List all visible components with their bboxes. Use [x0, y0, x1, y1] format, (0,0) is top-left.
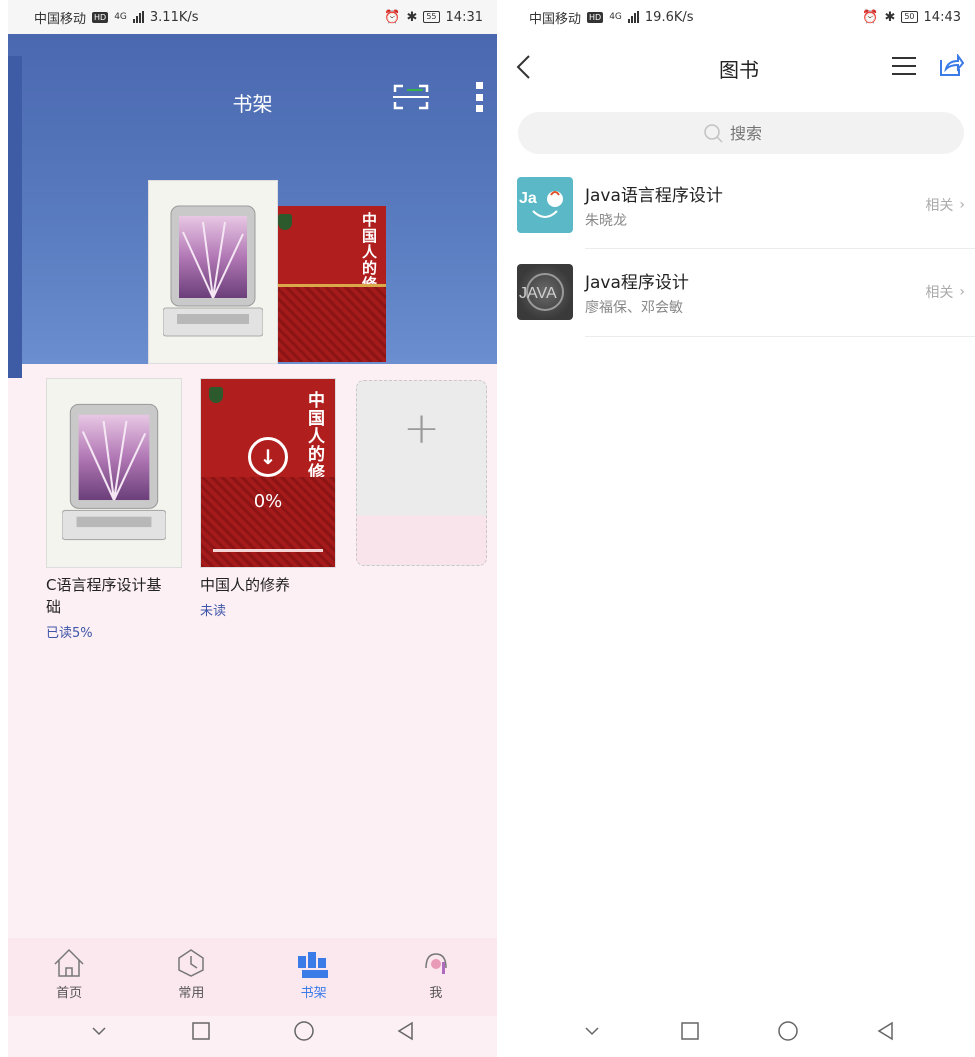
book-read-status: 未读: [200, 604, 227, 619]
home-button-icon[interactable]: [293, 1020, 315, 1042]
laptop-icon: [62, 403, 166, 541]
signal-icon: [627, 11, 639, 23]
publisher-badge: [278, 214, 292, 230]
java-logo-icon: JAVA: [519, 273, 564, 311]
book-read-status: 已读5%: [46, 626, 93, 641]
bookshelf-banner: 书架 中国人的修养: [8, 34, 497, 364]
carrier-label: 中国移动: [529, 11, 582, 27]
search-icon: [704, 124, 723, 143]
share-icon[interactable]: [938, 54, 964, 78]
featured-cover-laptop[interactable]: [148, 180, 278, 364]
recent-apps-icon[interactable]: [190, 1020, 212, 1042]
common-icon: [178, 949, 205, 977]
clock: 14:31: [445, 9, 483, 25]
search-bar[interactable]: [518, 112, 964, 154]
chevron-right-icon: ›: [959, 197, 965, 213]
system-nav-bar: [8, 1005, 497, 1057]
list-item[interactable]: Ja Java语言程序设计 朱晓龙 相关 ›: [517, 165, 975, 245]
book-cover[interactable]: [46, 378, 182, 568]
featured-cover-red[interactable]: 中国人的修养: [270, 206, 386, 362]
hd-badge: HD: [587, 11, 604, 23]
laptop-icon: [163, 205, 263, 337]
network-type: 4G: [114, 12, 127, 22]
alarm-icon: ⏰: [384, 9, 401, 25]
network-speed: 3.11K/s: [149, 9, 199, 25]
network-type: 4G: [609, 12, 622, 22]
book-thumbnail: Ja: [517, 177, 573, 233]
svg-text:Ja: Ja: [519, 190, 537, 207]
plus-icon: +: [403, 402, 440, 454]
back-button-icon[interactable]: [395, 1020, 417, 1042]
menu-icon[interactable]: [891, 56, 917, 76]
scan-icon[interactable]: [391, 82, 431, 112]
add-book-button[interactable]: +: [356, 380, 487, 566]
network-speed: 19.6K/s: [644, 9, 694, 25]
related-label: 相关: [925, 198, 954, 214]
java-logo-icon: Ja: [519, 190, 563, 218]
battery-icon: 55: [423, 11, 440, 23]
bookshelf-screen: 中国移动 HD 4G 3.11K/s ⏰ ✱ 55 14:31 书架 中国人的修…: [8, 0, 497, 1057]
carrier-label: 中国移动: [34, 11, 87, 27]
book-title: Java语言程序设计: [585, 185, 723, 206]
nav-label: 常用: [178, 986, 205, 1001]
status-bar: 中国移动 HD 4G 19.6K/s ⏰ ✱ 50 14:43: [503, 0, 975, 34]
header: 图书: [503, 34, 975, 102]
home-button-icon[interactable]: [777, 1020, 799, 1042]
download-icon[interactable]: ↓: [248, 437, 288, 477]
home-icon: [54, 948, 84, 977]
download-progress-bar: [213, 549, 323, 552]
me-icon: [425, 953, 447, 974]
svg-text:JAVA: JAVA: [519, 285, 557, 302]
book-title: 中国人的修养: [200, 576, 291, 594]
nav-label: 我: [429, 986, 443, 1001]
book-author: 朱晓龙: [585, 212, 627, 229]
chevron-down-icon[interactable]: [88, 1020, 110, 1042]
clock: 14:43: [923, 9, 961, 25]
book-title: C语言程序设计基础: [46, 576, 162, 616]
recent-apps-icon[interactable]: [679, 1020, 701, 1042]
bluetooth-icon: ✱: [884, 9, 896, 25]
battery-icon: 50: [901, 11, 918, 23]
book-author: 廖福保、邓会敏: [585, 299, 683, 316]
signal-icon: [132, 11, 144, 23]
nav-label: 书架: [300, 986, 327, 1001]
book-item[interactable]: C语言程序设计基础 已读5%: [46, 378, 182, 641]
nav-label: 首页: [56, 986, 83, 1001]
banner-edge: [8, 56, 22, 378]
search-input[interactable]: [730, 123, 780, 143]
publisher-badge: [209, 387, 223, 403]
book-title: Java程序设计: [585, 272, 689, 293]
book-cover[interactable]: 中国人的修养 ↓ 0%: [200, 378, 336, 568]
download-percent: 0%: [253, 491, 283, 512]
bookshelf-icon: [297, 952, 328, 978]
related-link[interactable]: 相关 ›: [925, 282, 965, 302]
bluetooth-icon: ✱: [406, 9, 418, 25]
cover-pattern: [270, 287, 386, 362]
chevron-right-icon: ›: [959, 284, 965, 300]
chevron-down-icon[interactable]: [581, 1020, 603, 1042]
status-bar: 中国移动 HD 4G 3.11K/s ⏰ ✱ 55 14:31: [8, 0, 497, 34]
back-button-icon[interactable]: [875, 1020, 897, 1042]
system-nav-bar: [503, 1005, 975, 1057]
divider: [585, 336, 975, 337]
book-item[interactable]: 中国人的修养 ↓ 0% 中国人的修养 未读: [200, 378, 336, 619]
back-arrow-icon[interactable]: [515, 54, 533, 80]
divider: [585, 248, 975, 249]
book-search-screen: 中国移动 HD 4G 19.6K/s ⏰ ✱ 50 14:43 图书 Ja Ja…: [503, 0, 975, 1057]
book-thumbnail: JAVA: [517, 264, 573, 320]
related-link[interactable]: 相关 ›: [925, 195, 965, 215]
more-menu-icon[interactable]: [474, 82, 484, 112]
related-label: 相关: [925, 285, 954, 301]
alarm-icon: ⏰: [862, 9, 879, 25]
list-item[interactable]: JAVA Java程序设计 廖福保、邓会敏 相关 ›: [517, 252, 975, 332]
hd-badge: HD: [92, 11, 109, 23]
